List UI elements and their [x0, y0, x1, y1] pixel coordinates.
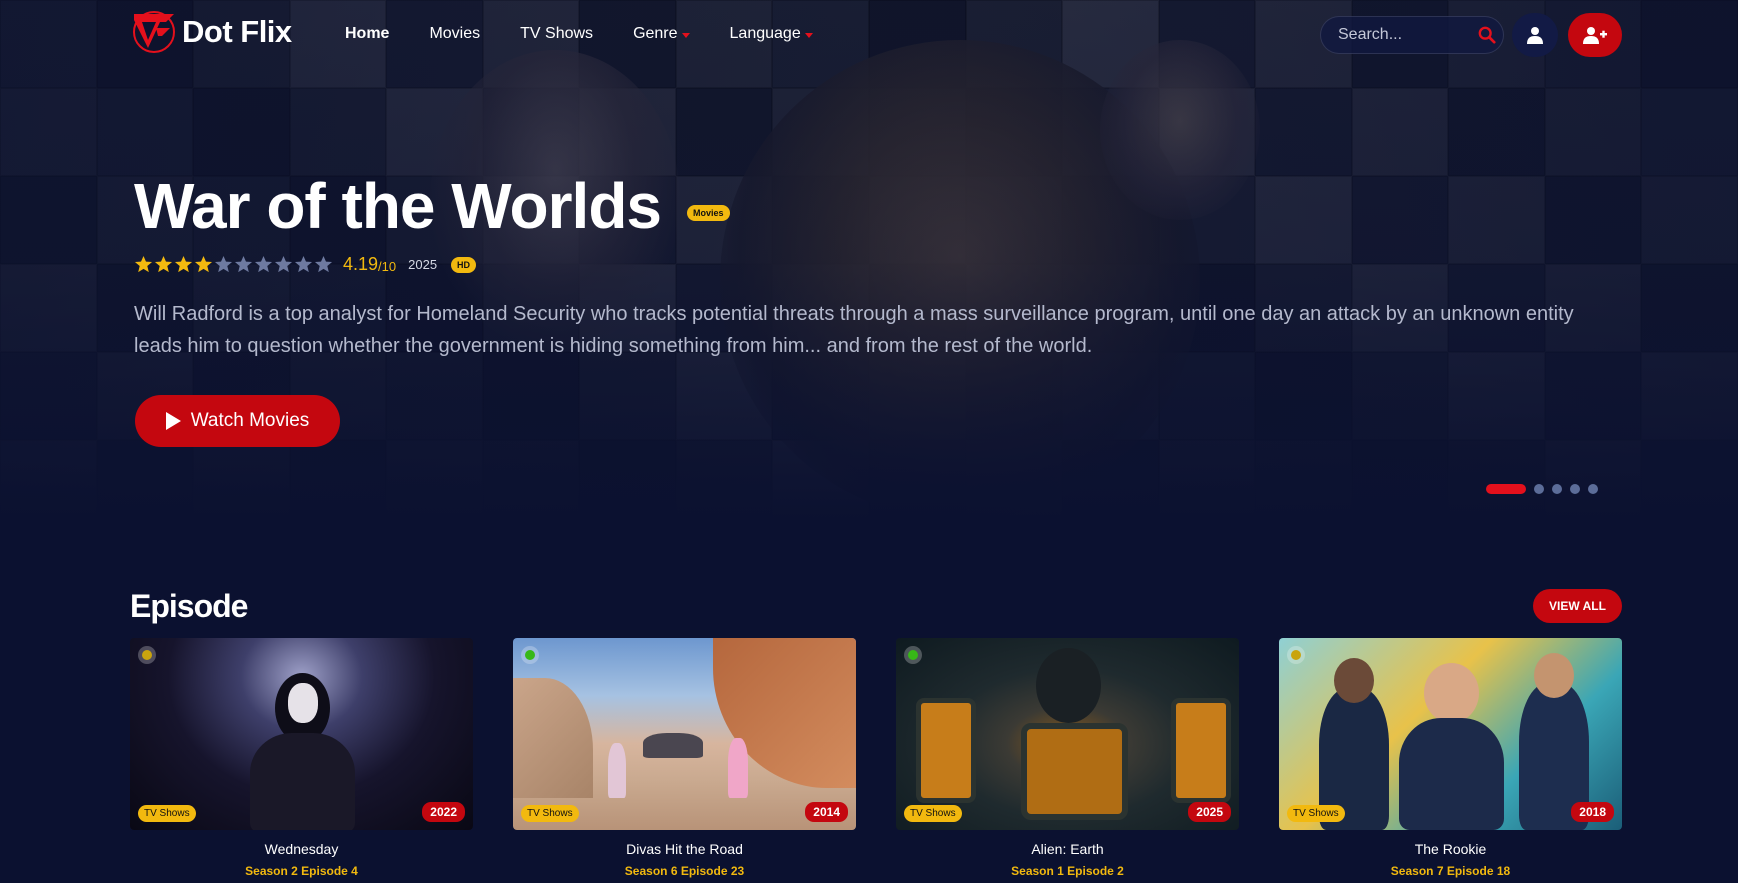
episode-subtitle: Season 7 Episode 18	[1390, 864, 1511, 878]
status-indicator	[138, 646, 156, 664]
episode-section-title: Episode	[130, 588, 248, 624]
episode-title[interactable]: The Rookie	[1279, 841, 1622, 857]
episode-thumbnail[interactable]: TV Shows 2014	[513, 638, 856, 830]
star-filled-icon	[194, 255, 213, 273]
login-button[interactable]	[1512, 13, 1558, 57]
logo-text: Dot Flix	[182, 14, 292, 49]
slider-dot[interactable]	[1570, 484, 1580, 494]
slider-dot[interactable]	[1552, 484, 1562, 494]
episode-card[interactable]: TV Shows 2014 Divas Hit the Road Season …	[513, 638, 856, 878]
slider-pagination	[1486, 484, 1598, 494]
nav-genre[interactable]: Genre	[633, 25, 690, 43]
episode-card[interactable]: TV Shows 2025 Alien: Earth Season 1 Epis…	[896, 638, 1239, 878]
episode-subtitle: Season 2 Episode 4	[245, 864, 358, 878]
status-indicator	[521, 646, 539, 664]
type-badge: TV Shows	[1287, 805, 1345, 822]
hero-description: Will Radford is a top analyst for Homela…	[134, 303, 1574, 357]
episode-title[interactable]: Wednesday	[130, 841, 473, 857]
chevron-down-icon	[804, 33, 813, 38]
year-badge: 2022	[422, 802, 465, 822]
user-icon	[1527, 27, 1543, 44]
logo-icon	[133, 11, 175, 53]
status-indicator	[904, 646, 922, 664]
episode-subtitle: Season 6 Episode 23	[624, 864, 745, 878]
slider-dot[interactable]	[1486, 484, 1526, 494]
chevron-down-icon	[681, 33, 690, 38]
register-button[interactable]	[1568, 13, 1622, 57]
episode-subtitle: Season 1 Episode 2	[1011, 864, 1124, 878]
year-badge: 2025	[1188, 802, 1231, 822]
rating-value: 4.19	[343, 254, 379, 274]
episode-thumbnail[interactable]: TV Shows 2022	[130, 638, 473, 830]
episode-title[interactable]: Alien: Earth	[896, 841, 1239, 857]
nav-language-label: Language	[729, 25, 801, 42]
nav-movies[interactable]: Movies	[429, 25, 480, 43]
star-empty-icon	[234, 255, 253, 273]
status-dot	[142, 650, 152, 660]
status-dot	[525, 650, 535, 660]
year-badge: 2014	[805, 802, 848, 822]
nav-tv-shows-label: TV Shows	[520, 25, 594, 42]
status-dot	[908, 650, 918, 660]
search-input[interactable]	[1336, 25, 1470, 45]
nav-movies-label: Movies	[429, 25, 481, 42]
rating-max: /10	[378, 259, 397, 274]
slider-dot[interactable]	[1588, 484, 1598, 494]
episode-list: TV Shows 2022 Wednesday Season 2 Episode…	[130, 638, 1622, 878]
nav-language[interactable]: Language	[730, 25, 813, 43]
hero-rating-row: 4.19 /10 2025 HD	[134, 254, 477, 275]
star-empty-icon	[294, 255, 313, 273]
site-logo[interactable]: Dot Flix	[130, 8, 292, 56]
hero-banner: War of the Worlds Movies 4.19 /10 2025 H…	[0, 0, 1738, 520]
status-indicator	[1287, 646, 1305, 664]
hero-year: 2025	[408, 257, 438, 272]
star-empty-icon	[314, 255, 333, 273]
episode-title[interactable]: Divas Hit the Road	[513, 841, 856, 857]
hero-title: War of the Worlds	[134, 170, 662, 242]
year-badge: 2018	[1571, 802, 1614, 822]
main-menu: Home Movies TV Shows Genre Language	[345, 25, 853, 43]
nav-genre-label: Genre	[633, 25, 678, 42]
slider-dot[interactable]	[1534, 484, 1544, 494]
star-filled-icon	[174, 255, 193, 273]
search-icon[interactable]	[1478, 26, 1496, 44]
episode-thumbnail[interactable]: TV Shows 2025	[896, 638, 1239, 830]
episode-card[interactable]: TV Shows 2018 The Rookie Season 7 Episod…	[1279, 638, 1622, 878]
nav-home-label: Home	[345, 25, 390, 42]
star-filled-icon	[154, 255, 173, 273]
hero-type-badge: Movies	[687, 205, 730, 221]
star-filled-icon	[134, 255, 153, 273]
watch-movies-button[interactable]: Watch Movies	[135, 395, 340, 447]
search-box	[1320, 16, 1504, 54]
star-empty-icon	[214, 255, 233, 273]
quality-badge: HD	[451, 256, 477, 273]
star-empty-icon	[254, 255, 273, 273]
view-all-button[interactable]: VIEW ALL	[1533, 589, 1622, 623]
type-badge: TV Shows	[904, 805, 962, 822]
top-navbar: Dot Flix Home Movies TV Shows Genre Lang…	[0, 0, 1738, 72]
type-badge: TV Shows	[521, 805, 579, 822]
status-dot	[1291, 650, 1301, 660]
watch-button-label: Watch Movies	[190, 410, 310, 431]
episode-card[interactable]: TV Shows 2022 Wednesday Season 2 Episode…	[130, 638, 473, 878]
star-empty-icon	[274, 255, 293, 273]
nav-tv-shows[interactable]: TV Shows	[520, 25, 593, 43]
star-rating	[134, 255, 333, 274]
play-icon	[165, 412, 181, 430]
episode-thumbnail[interactable]: TV Shows 2018	[1279, 638, 1622, 830]
nav-home[interactable]: Home	[345, 25, 389, 43]
user-plus-icon	[1583, 27, 1607, 44]
type-badge: TV Shows	[138, 805, 196, 822]
